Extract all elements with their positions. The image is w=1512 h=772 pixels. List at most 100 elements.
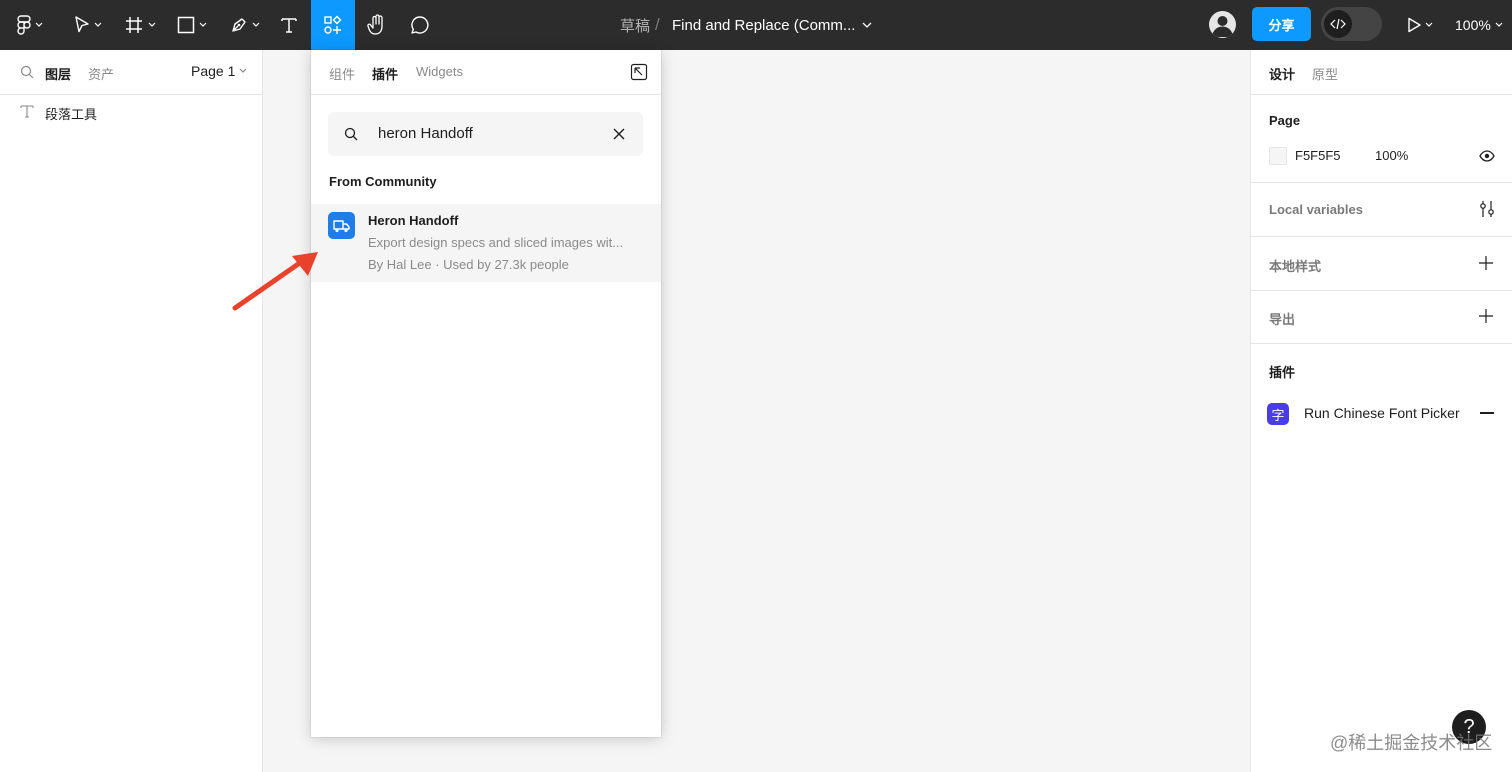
resources-tool-button[interactable] [311,0,355,50]
truck-icon [328,212,355,239]
cursor-icon [75,16,89,33]
annotation-arrow-icon [232,252,318,311]
file-menu-button[interactable] [862,0,872,50]
user-icon [1212,16,1233,37]
variables-settings-button[interactable] [1479,200,1495,223]
file-name[interactable]: Find and Replace (Comm... [672,0,855,50]
chevron-down-icon [239,68,247,73]
shape-tool-button[interactable] [172,0,212,50]
breadcrumb-separator: / [655,15,660,34]
frame-icon [126,17,142,33]
design-panel-header: 设计 原型 [1251,50,1512,95]
add-export-button[interactable] [1479,309,1493,328]
code-icon [1330,18,1346,30]
local-variables-label: Local variables [1269,202,1363,217]
chevron-down-icon [862,22,872,28]
chevron-down-icon [1495,22,1503,27]
layer-row[interactable]: 段落工具 [0,100,263,124]
clear-search-button[interactable] [612,127,626,146]
share-button[interactable]: 分享 [1252,7,1311,41]
resources-popover: 组件 插件 Widgets heron Handoff From Communi… [311,50,661,737]
remove-plugin-button[interactable] [1480,412,1494,414]
plugin-description: Export design specs and sliced images wi… [368,235,624,250]
dev-mode-knob [1324,10,1352,38]
design-panel: 设计 原型 Page F5F5F5 100% Local variables 本… [1250,50,1512,772]
hand-icon [367,14,383,35]
tab-design[interactable]: 设计 [1269,64,1295,83]
plugin-search-input[interactable]: heron Handoff [378,125,473,142]
eye-icon [1479,150,1495,162]
plugin-result-item[interactable]: Heron Handoff Export design specs and sl… [311,204,661,282]
search-icon [344,127,358,146]
figma-app: 草稿 / Find and Replace (Comm... 分享 100% 图… [0,0,1512,772]
sliders-icon [1480,201,1494,217]
visibility-toggle[interactable] [1479,149,1495,167]
tab-assets[interactable]: 资产 [88,64,114,83]
export-label: 导出 [1269,312,1296,327]
chevron-down-icon [199,22,207,27]
play-icon [1408,17,1421,33]
plus-icon [1479,256,1493,270]
watermark: @稀土掘金技术社区 [1330,733,1493,753]
figma-logo-icon [17,15,31,35]
page-section-title: Page [1269,113,1301,128]
page-section: Page [1251,96,1512,183]
search-layers-button[interactable] [20,65,34,84]
layers-panel: 图层 资产 Page 1 段落工具 [0,50,263,772]
text-tool-button[interactable] [272,0,306,50]
search-icon [20,65,34,79]
local-styles-section: 本地样式 [1251,237,1512,291]
resources-tabs: 组件 插件 Widgets [311,50,661,95]
collapse-popover-button[interactable] [630,63,648,86]
text-icon [20,104,34,123]
tab-widgets[interactable]: Widgets [416,64,463,79]
hand-tool-button[interactable] [360,0,394,50]
page-selector[interactable]: Page 1 [191,63,247,79]
comment-icon [411,16,429,34]
tab-layers[interactable]: 图层 [45,64,71,83]
comment-tool-button[interactable] [403,0,437,50]
tab-plugins[interactable]: 插件 [372,64,398,83]
chevron-down-icon [94,22,102,27]
user-avatar[interactable] [1209,11,1236,38]
zoom-control[interactable]: 100% [1455,0,1503,50]
plugin-search-field[interactable]: heron Handoff [328,112,643,156]
run-plugin-item[interactable]: Run Chinese Font Picker [1304,405,1460,421]
export-section: 导出 [1251,291,1512,344]
present-button[interactable] [1400,0,1440,50]
resources-icon [324,15,342,34]
local-variables-section[interactable]: Local variables [1251,183,1512,237]
chevron-down-icon [35,22,43,27]
page-selector-label: Page 1 [191,63,236,79]
plugin-meta: By Hal Lee · Used by 27.3k people [368,257,569,272]
page-color-hex[interactable]: F5F5F5 [1295,148,1341,163]
breadcrumb-drafts[interactable]: 草稿 [620,0,650,50]
plugins-section-title: 插件 [1269,365,1296,380]
main-menu-button[interactable] [10,0,50,50]
layers-panel-header: 图层 资产 Page 1 [0,50,263,95]
frame-tool-button[interactable] [120,0,160,50]
chevron-down-icon [148,22,156,27]
layer-name: 段落工具 [45,107,98,122]
dev-mode-toggle[interactable] [1321,7,1382,41]
pen-icon [232,18,246,32]
plus-icon [1479,309,1493,323]
page-color-opacity[interactable]: 100% [1375,148,1408,163]
tab-components[interactable]: 组件 [329,64,355,83]
close-icon [613,128,625,140]
local-styles-label: 本地样式 [1269,259,1322,274]
zoom-level: 100% [1455,17,1491,33]
chevron-down-icon [252,22,260,27]
collapse-icon [630,63,648,81]
add-style-button[interactable] [1479,256,1493,275]
chevron-down-icon [1425,22,1433,27]
top-toolbar: 草稿 / Find and Replace (Comm... 分享 100% [0,0,1512,50]
tab-prototype[interactable]: 原型 [1312,64,1338,83]
text-icon [281,18,297,33]
plugin-title: Heron Handoff [368,213,459,228]
font-plugin-icon: 字 [1267,403,1289,425]
move-tool-button[interactable] [68,0,108,50]
rectangle-icon [177,16,195,34]
page-color-swatch[interactable] [1269,147,1287,165]
pen-tool-button[interactable] [224,0,266,50]
